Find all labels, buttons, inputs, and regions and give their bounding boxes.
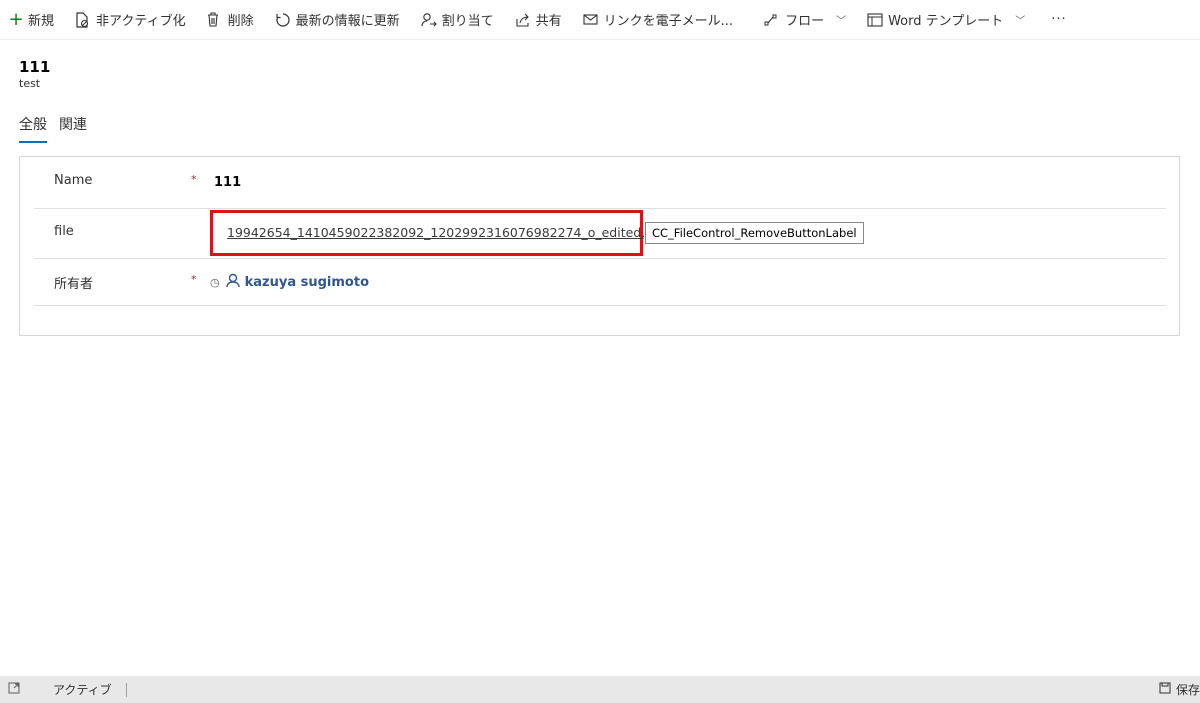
word-icon	[867, 12, 883, 27]
chevron-down-icon: ﹀	[1015, 16, 1026, 27]
trash-icon	[207, 12, 223, 27]
share-button-label: 共有	[535, 14, 562, 29]
share-button[interactable]: 共有	[515, 10, 562, 29]
name-label: Name	[54, 173, 93, 188]
delete-button[interactable]: 削除	[207, 10, 254, 29]
status-bar: アクティブ 保存	[0, 676, 1200, 703]
word-template-button[interactable]: Word テンプレート ﹀	[867, 10, 1025, 29]
flow-icon	[764, 13, 780, 27]
delete-button-label: 削除	[227, 14, 254, 29]
owner-link[interactable]: kazuya sugimoto	[245, 275, 369, 290]
assign-icon	[421, 12, 437, 28]
new-button[interactable]: + 新規	[8, 9, 54, 30]
form-section: Name * 111 file 19942654_141045902238209…	[19, 156, 1180, 336]
more-commands-button[interactable]: ···	[1051, 12, 1066, 27]
person-icon	[225, 273, 240, 292]
name-value[interactable]: 111	[214, 175, 241, 190]
required-indicator: *	[191, 273, 197, 286]
remove-file-button[interactable]: CC_FileControl_RemoveButtonLabel	[645, 222, 864, 244]
file-link[interactable]: 19942654_1410459022382092_12029923160769…	[227, 225, 665, 240]
email-link-icon	[583, 13, 599, 27]
plus-icon: +	[8, 9, 24, 30]
clock-icon: ◷	[210, 276, 220, 289]
name-row: Name * 111	[34, 157, 1166, 209]
owner-label: 所有者	[54, 277, 94, 292]
save-icon	[1159, 682, 1171, 697]
deactivate-button[interactable]: 非アクティブ化	[75, 10, 186, 29]
refresh-icon	[275, 12, 291, 28]
file-label: file	[54, 224, 74, 239]
tab-list: 全般 関連	[19, 115, 99, 143]
flow-button[interactable]: フロー ﹀	[764, 10, 846, 29]
record-status: アクティブ	[53, 683, 112, 697]
word-template-button-label: Word テンプレート	[888, 14, 1004, 29]
file-highlight-box: 19942654_1410459022382092_12029923160769…	[210, 210, 665, 256]
refresh-button[interactable]: 最新の情報に更新	[275, 10, 400, 29]
deactivate-button-label: 非アクティブ化	[96, 14, 186, 29]
assign-button[interactable]: 割り当て	[421, 10, 494, 29]
deactivate-icon	[75, 11, 91, 28]
expand-icon[interactable]	[8, 682, 22, 697]
refresh-button-label: 最新の情報に更新	[295, 14, 400, 29]
record-header: 111 test	[19, 57, 50, 91]
owner-row: 所有者 * ◷ kazuya sugimoto	[34, 259, 1166, 306]
record-subtitle: test	[19, 77, 41, 90]
file-row: file 19942654_1410459022382092_120299231…	[34, 209, 1166, 259]
email-link-button-label: リンクを電子メール...	[603, 14, 734, 29]
record-title: 111	[19, 58, 51, 76]
chevron-down-icon: ﹀	[836, 16, 847, 27]
new-button-label: 新規	[28, 14, 55, 29]
tab-general[interactable]: 全般	[19, 115, 47, 143]
email-link-button[interactable]: リンクを電子メール...	[583, 10, 733, 29]
share-icon	[515, 12, 531, 28]
flow-button-label: フロー	[785, 14, 825, 29]
divider	[125, 682, 127, 697]
more-icon: ···	[1051, 12, 1067, 27]
tab-related[interactable]: 関連	[59, 115, 87, 143]
save-button[interactable]: 保存	[1159, 681, 1200, 698]
save-button-label: 保存	[1175, 683, 1200, 697]
required-indicator: *	[191, 173, 197, 186]
owner-lookup: ◷ kazuya sugimoto	[210, 273, 369, 292]
command-bar: + 新規 非アクティブ化 削除 最新の情報に更新 割り当て 共有 リンクを電子メ…	[0, 0, 1200, 40]
assign-button-label: 割り当て	[441, 14, 494, 29]
